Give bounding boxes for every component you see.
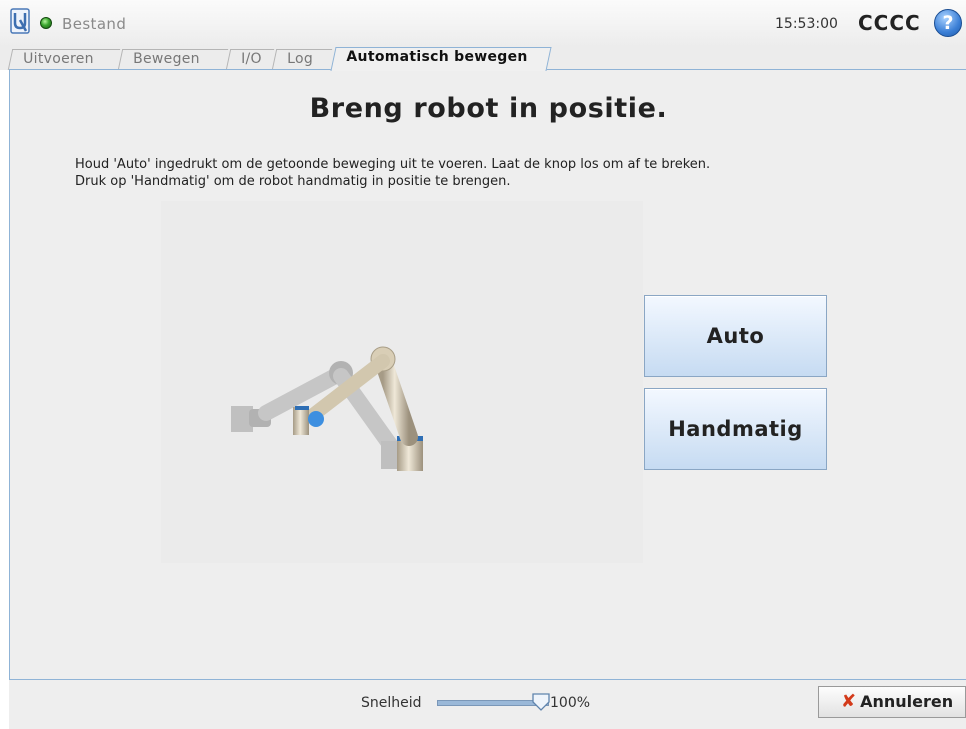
page-title: Breng robot in positie. <box>309 93 668 124</box>
status-indicator-icon <box>40 17 52 29</box>
tab-io[interactable]: I/O <box>225 49 275 70</box>
instruction-text-2: Druk op 'Handmatig' om de robot handmati… <box>75 174 511 189</box>
tab-label: I/O <box>241 51 262 67</box>
robot-arm-illustration <box>231 346 423 471</box>
help-icon[interactable]: ? <box>934 9 962 37</box>
bottom-bar: Snelheid 100% ✘ Annuleren <box>9 680 966 729</box>
clock-time: 15:53:00 <box>775 16 838 32</box>
tab-run[interactable]: Uitvoeren <box>7 49 121 70</box>
tab-label: Bewegen <box>133 51 200 67</box>
auto-button[interactable]: Auto <box>644 295 827 377</box>
tab-log[interactable]: Log <box>271 49 333 70</box>
top-bar: Bestand 15:53:00 CCCC ? <box>0 0 966 47</box>
speed-label: Snelheid <box>361 695 422 711</box>
tab-label: Log <box>287 51 314 67</box>
speed-slider-handle[interactable] <box>531 692 551 712</box>
tab-automove[interactable]: Automatisch bewegen <box>330 47 552 71</box>
robot-3d-view <box>161 201 643 563</box>
tab-bar: Uitvoeren Bewegen I/O Log Automatisch be… <box>0 47 966 71</box>
robot-name: CCCC <box>858 11 921 35</box>
manual-button[interactable]: Handmatig <box>644 388 827 470</box>
ur-logo-icon <box>10 8 30 34</box>
speed-value: 100% <box>550 695 591 711</box>
automove-panel: Breng robot in positie. Houd 'Auto' inge… <box>9 69 966 680</box>
cancel-button[interactable]: ✘ Annuleren <box>818 686 966 718</box>
tab-label: Automatisch bewegen <box>346 49 528 65</box>
tab-label: Uitvoeren <box>23 51 94 67</box>
file-menu[interactable]: Bestand <box>62 15 126 33</box>
tab-move[interactable]: Bewegen <box>117 49 229 70</box>
instruction-text-1: Houd 'Auto' ingedrukt om de getoonde bew… <box>75 157 711 172</box>
cancel-label: Annuleren <box>860 692 954 711</box>
close-x-icon: ✘ <box>841 691 857 712</box>
